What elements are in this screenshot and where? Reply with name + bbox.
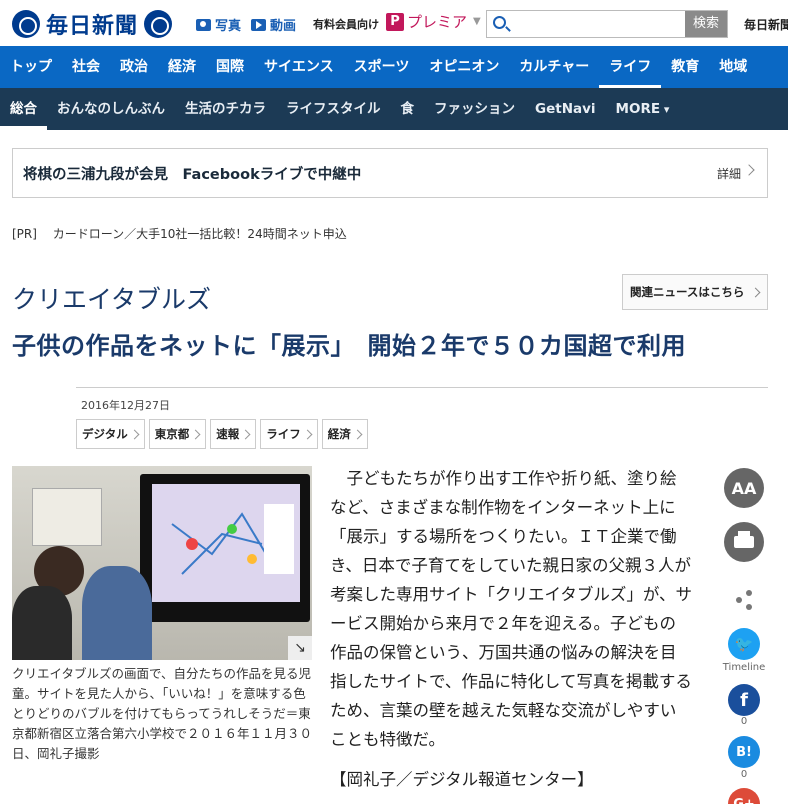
logo-text: 毎日新聞 [46,13,139,39]
premier-p-icon: P [386,12,404,31]
google-plus-icon[interactable]: G+ [728,788,760,804]
subnav-item[interactable]: ライフスタイル [276,88,391,130]
article-photo[interactable]: ↘ [12,466,312,660]
nav-item[interactable]: 社会 [62,46,110,88]
article-title: 子供の作品をネットに「展示」 開始２年で５０カ国超で利用 [12,332,686,360]
font-size-icon[interactable]: AA [724,468,764,508]
hatena-count: 0 [740,769,748,780]
logo-emblem-icon [12,10,40,38]
nav-item[interactable]: スポーツ [344,46,420,88]
banner-text: 将棋の三浦九段が会見 Facebookライブで中継中 [23,167,362,183]
more-menu[interactable]: MORE [606,88,680,130]
article-kicker: クリエイタブルズ [12,285,212,314]
nav-item[interactable]: オピニオン [419,46,509,88]
search-input[interactable] [513,11,683,37]
banner-detail-link[interactable]: 詳細 [717,165,741,182]
related-news-label: 関連ニュースはこちら [630,285,745,299]
print-icon[interactable] [724,522,764,562]
top-bar: 毎日新聞 写真 動画 有料会員向け P プレミア ▼ 検索 毎日新聞 [0,0,788,46]
search-button[interactable]: 検索 [685,11,727,37]
tag-button[interactable]: 経済 [321,419,368,449]
article-date: 2016年12月27日 [81,399,170,412]
caret-down-icon: ▼ [473,16,481,27]
tag-button[interactable]: 速報 [210,419,257,449]
nav-item[interactable]: トップ [0,46,62,88]
search-box: 検索 [486,10,728,38]
share-icon[interactable] [734,590,754,610]
twitter-label: Timeline [722,662,766,673]
pr-tag: [PR] [12,227,37,241]
subnav-item[interactable]: 食 [391,88,425,130]
video-link[interactable]: 動画 [251,15,296,34]
subnav-item-active[interactable]: 総合 [0,88,47,130]
nav-item[interactable]: 政治 [110,46,158,88]
photo-screen-content [152,484,300,602]
twitter-icon[interactable]: 🐦 [728,628,760,660]
member-label: 有料会員向け [313,18,379,31]
breaking-banner[interactable]: 将棋の三浦九段が会見 Facebookライブで中継中 詳細 [12,148,768,198]
facebook-count: 0 [740,716,748,727]
photo-child [82,566,152,660]
photo-child [12,586,72,660]
subnav-item[interactable]: おんなのしんぶん [47,88,175,130]
hatena-bookmark-icon[interactable]: B! [728,736,760,768]
tag-button[interactable]: デジタル [76,419,145,449]
article-byline: 【岡礼子／デジタル報道センター】 [330,770,594,789]
photo-bulletin-board [32,488,102,546]
facebook-icon[interactable]: f [728,684,760,716]
nav-item[interactable]: 国際 [206,46,254,88]
nav-item-active[interactable]: ライフ [599,46,662,88]
photo-link[interactable]: 写真 [196,15,241,34]
related-news-button[interactable]: 関連ニュースはこちら [622,274,768,310]
subnav-item[interactable]: 生活のチカラ [175,88,276,130]
video-label: 動画 [270,19,297,34]
pr-ad-line: [PR] カードローン／大手10社一括比較！24時間ネット申込 [12,225,347,242]
camera-icon [196,18,211,31]
primary-nav: トップ 社会 政治 経済 国際 サイエンス スポーツ オピニオン カルチャー ラ… [0,46,788,88]
article-body: 子どもたちが作り出す工作や折り紙、塗り絵など、さまざまな制作物をインターネット上… [330,469,693,749]
tag-list: デジタル 東京都 速報 ライフ 経済 [76,419,368,449]
subnav-item[interactable]: GetNavi [525,88,606,130]
chevron-right-icon [750,287,761,298]
premier-link[interactable]: P プレミア ▼ [386,11,481,32]
nav-item[interactable]: 経済 [158,46,206,88]
site-logo[interactable]: 毎日新聞 [12,8,173,40]
search-icon [493,16,506,29]
logo-emblem-icon [144,10,173,38]
photo-label: 写真 [215,19,242,34]
photo-caption: クリエイタブルズの画面で、自分たちの作品を見る児童。サイトを見た人から、「いいね… [12,666,313,761]
tag-button[interactable]: 東京都 [148,419,207,449]
expand-icon[interactable]: ↘ [288,636,312,660]
top-right-link[interactable]: 毎日新聞 [744,16,788,33]
nav-item[interactable]: 教育 [661,46,709,88]
premier-label: プレミア [407,13,468,31]
subnav-item[interactable]: ファッション [424,88,525,130]
divider [76,387,768,388]
nav-item[interactable]: 地域 [709,46,757,88]
secondary-nav: 総合 おんなのしんぶん 生活のチカラ ライフスタイル 食 ファッション GetN… [0,88,788,130]
play-icon [251,18,266,31]
nav-item[interactable]: カルチャー [509,46,599,88]
tag-button[interactable]: ライフ [260,419,318,449]
nav-item[interactable]: サイエンス [254,46,344,88]
pr-link[interactable]: カードローン／大手10社一括比較！24時間ネット申込 [53,227,347,241]
chevron-right-icon [743,164,755,176]
